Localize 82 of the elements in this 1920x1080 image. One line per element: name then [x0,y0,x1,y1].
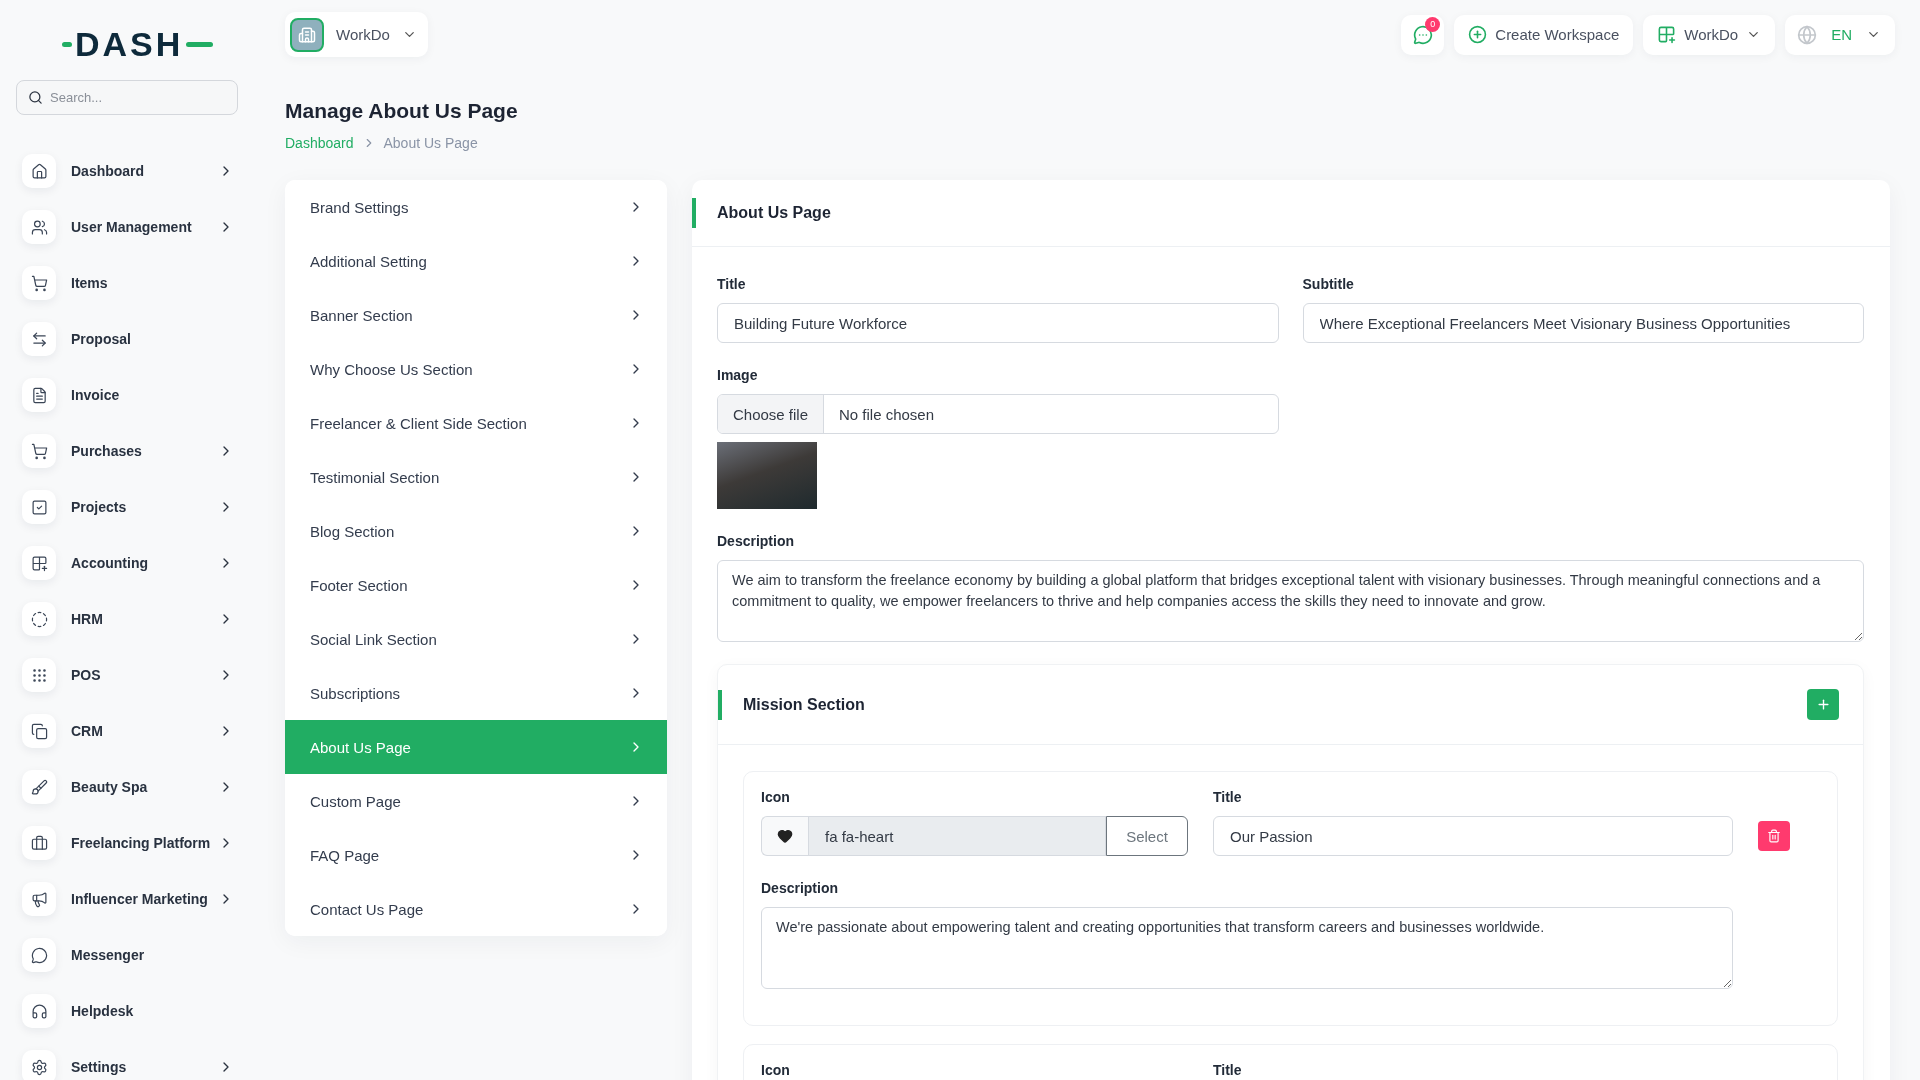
section-title: Mission Section [718,689,865,720]
sidebar-item[interactable]: Influencer Marketing [22,882,234,916]
workspace-switcher[interactable]: WorkDo [285,12,428,57]
megaphone-icon [22,882,56,916]
settings-menu-item[interactable]: Contact Us Page [285,882,667,936]
field-label: Icon [761,788,791,806]
sidebar-item[interactable]: Proposal [22,322,234,356]
settings-menu-item[interactable]: Why Choose Us Section [285,342,667,396]
sidebar-item[interactable]: HRM [22,602,234,636]
logo: DASH [62,30,214,58]
dots-grid-icon [22,658,56,692]
title-field[interactable]: Building Future Workforce [717,303,1279,343]
copy-icon [22,714,56,748]
icon-class-field[interactable]: fa fa-heart [808,816,1106,856]
description-field[interactable]: We aim to transform the freelance economy by building a global platform that bridges exceptional talent with visionary businesses. Through meaningful connections and a commitment to quality, we empower freelancers to thrive and help companies access the skills they need to innovate and grow. [717,560,1864,642]
field-label: Title [1213,1061,1243,1079]
notification-badge: 0 [1425,16,1441,32]
add-button[interactable] [1807,689,1839,720]
cart-icon [22,266,56,300]
page-title: Manage About Us Page [285,98,519,124]
section-title: About Us Page [692,198,831,228]
field-label: Image [717,366,759,384]
settings-menu-item[interactable]: Brand Settings [285,180,667,234]
file-status-text: No file chosen [838,405,935,423]
field-label: Icon [761,1061,791,1079]
trash-icon [1767,829,1781,843]
sidebar-item[interactable]: User Management [22,210,234,244]
sidebar-item[interactable]: Projects [22,490,234,524]
brush-icon [22,770,56,804]
settings-menu-item[interactable]: Subscriptions [285,666,667,720]
field-label: Description [761,879,839,897]
sidebar-item[interactable]: Items [22,266,234,300]
settings-menu-item[interactable]: FAQ Page [285,828,667,882]
settings-menu-item[interactable]: Banner Section [285,288,667,342]
headphones-icon [22,994,56,1028]
settings-menu-item[interactable]: Freelancer & Client Side Section [285,396,667,450]
plus-icon [1815,697,1831,712]
arrows-icon [22,322,56,356]
delete-button[interactable] [1758,821,1790,851]
sidebar-item[interactable]: Beauty Spa [22,770,234,804]
field-label: Subtitle [1302,275,1355,293]
workspace-menu-button[interactable]: WorkDo [1643,14,1776,55]
sidebar-item[interactable]: POS [22,658,234,692]
sidebar-item[interactable]: Messenger [22,938,234,972]
sidebar-item[interactable]: Accounting [22,546,234,580]
field-label: Title [717,275,747,293]
settings-menu-item[interactable]: Testimonial Section [285,450,667,504]
sidebar-item[interactable]: Invoice [22,378,234,412]
field-label: Description [717,532,795,550]
select-button[interactable]: Select [1106,816,1188,856]
settings-menu-item[interactable]: Social Link Section [285,612,667,666]
description-field[interactable]: We're passionate about empowering talent and creating opportunities that transform careers and businesses worldwide. [761,907,1733,989]
breadcrumb-current: About Us Page [383,134,478,152]
chat-bubble-icon [22,938,56,972]
document-icon [22,378,56,412]
sidebar-item[interactable]: Purchases [22,434,234,468]
search-field[interactable]: Search... [16,80,238,115]
sidebar-item[interactable]: Dashboard [22,154,234,188]
grid-plus-icon [22,546,56,580]
settings-menu-item[interactable]: Additional Setting [285,234,667,288]
cart-icon [22,434,56,468]
sidebar-item[interactable]: Helpdesk [22,994,234,1028]
choose-file-button[interactable]: Choose file [718,395,824,433]
house-icon [22,154,56,188]
title-field[interactable]: Our Passion [1213,816,1733,856]
file-field[interactable]: Choose file No file chosen [717,394,1279,434]
globe-icon [1797,24,1818,45]
briefcase-icon [22,826,56,860]
plus-circle-icon [1468,25,1488,44]
settings-menu-item[interactable]: Custom Page [285,774,667,828]
create-workspace-button[interactable]: Create Workspace [1454,14,1634,55]
field-label: Title [1213,788,1243,806]
settings-menu-item[interactable]: Blog Section [285,504,667,558]
building-icon [290,17,324,52]
sidebar-item[interactable]: Freelancing Platform [22,826,234,860]
users-icon [22,210,56,244]
settings-menu-item[interactable]: Footer Section [285,558,667,612]
grid-plus-icon [1657,25,1677,44]
search-icon [28,90,43,105]
sidebar-item[interactable]: CRM [22,714,234,748]
subtitle-field[interactable]: Where Exceptional Freelancers Meet Visionary Business Opportunities [1302,303,1864,343]
sidebar-item[interactable]: Settings [22,1050,234,1080]
